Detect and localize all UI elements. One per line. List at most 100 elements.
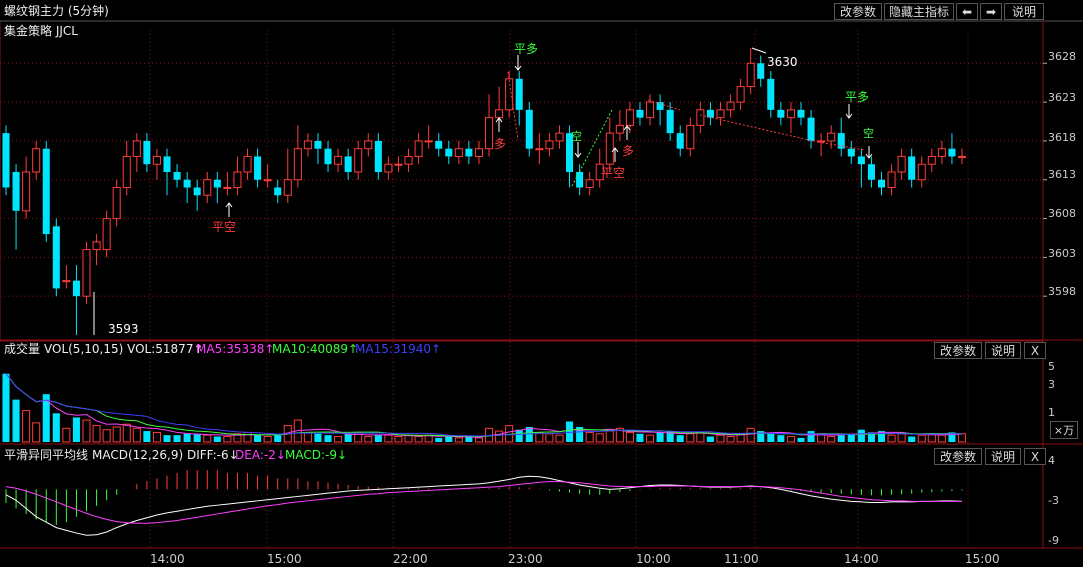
volume-bar <box>384 434 393 443</box>
volume-bar <box>374 435 382 442</box>
candle-body <box>676 133 684 149</box>
candle-body <box>454 148 463 157</box>
volume-ma10-line <box>5 373 963 438</box>
volume-change-params-button[interactable]: 改参数 <box>934 342 982 359</box>
candle-body <box>545 140 554 150</box>
signal-close-long: 平多 <box>514 42 539 56</box>
volume-bar <box>857 429 865 442</box>
candle-body <box>274 187 282 196</box>
time-tick: 15:00 <box>267 552 302 566</box>
volume-tick: 3 <box>1048 378 1055 391</box>
candle-body <box>193 187 201 196</box>
candle-body <box>636 109 644 118</box>
volume-bar <box>837 435 845 442</box>
volume-bar <box>676 435 684 442</box>
candle-body <box>213 179 221 188</box>
volume-bar <box>152 431 161 443</box>
candle-body <box>22 171 31 212</box>
volume-bar <box>263 436 272 443</box>
volume-ma10: MA10:40089↑ <box>272 342 359 356</box>
macd-tick: -9 <box>1048 534 1059 547</box>
candle-body <box>897 155 906 173</box>
candle-body <box>263 179 272 182</box>
time-tick: 23:00 <box>508 552 543 566</box>
candle-body <box>435 140 443 149</box>
signal-close-long: 平多 <box>845 90 870 104</box>
change-params-button[interactable]: 改参数 <box>834 3 882 20</box>
volume-bar <box>716 434 725 443</box>
candle-body <box>726 101 735 111</box>
price-tick: 3613 <box>1048 168 1076 181</box>
candle-body <box>957 155 967 158</box>
volume-bar <box>847 433 855 442</box>
volume-bar <box>12 399 20 442</box>
time-tick: 22:00 <box>393 552 428 566</box>
scroll-left-button[interactable]: ⬅ <box>956 3 978 20</box>
macd-dea: DEA:-2↓ <box>235 448 286 462</box>
volume-bar <box>243 431 252 443</box>
volume-bar <box>414 436 423 443</box>
volume-bar <box>344 433 352 442</box>
volume-help-button[interactable]: 说明 <box>985 342 1021 359</box>
volume-bar <box>686 433 695 443</box>
candle-body <box>716 109 725 119</box>
candle-body <box>777 109 785 118</box>
volume-ma5: MA5:35338↑ <box>196 342 275 356</box>
volume-bar <box>32 422 41 443</box>
volume-bar <box>394 436 403 443</box>
volume-bar <box>897 433 906 443</box>
macd-help-button[interactable]: 说明 <box>985 448 1021 465</box>
volume-bar <box>515 429 523 442</box>
candle-body <box>908 156 916 180</box>
candle-body <box>414 140 423 157</box>
volume-bar <box>92 425 101 443</box>
candle-body <box>746 62 755 88</box>
candle-body <box>374 140 382 172</box>
candle-body <box>535 148 544 151</box>
volume-bar <box>62 427 71 443</box>
candle-body <box>394 163 403 166</box>
candle-body <box>917 163 926 181</box>
volume-bar <box>555 434 564 443</box>
volume-unit-toggle[interactable]: ×万 <box>1050 421 1078 439</box>
candle-body <box>254 156 262 180</box>
macd-info: MACD(12,26,9) DIFF:-6↓ <box>92 448 239 462</box>
macd-change-params-button[interactable]: 改参数 <box>934 448 982 465</box>
candle-body <box>42 148 50 235</box>
candle-body <box>807 117 815 141</box>
volume-bar <box>314 433 322 442</box>
price-tick: 3623 <box>1048 91 1076 104</box>
volume-bar <box>122 423 131 443</box>
volume-bar <box>726 436 735 443</box>
hide-main-indicator-button[interactable]: 隐藏主指标 <box>884 3 954 20</box>
volume-tick: 1 <box>1048 406 1055 419</box>
candle-body <box>605 132 614 165</box>
strategy-label: 集金策略 JJCL <box>4 24 78 38</box>
candle-body <box>525 109 533 149</box>
time-tick: 14:00 <box>844 552 879 566</box>
volume-close-button[interactable]: X <box>1024 342 1046 359</box>
volume-bar <box>545 433 554 443</box>
candle-body <box>696 109 705 126</box>
candle-body <box>334 155 343 165</box>
time-tick: 10:00 <box>636 552 671 566</box>
candle-body <box>364 140 373 150</box>
scroll-right-button[interactable]: ➡ <box>980 3 1002 20</box>
volume-bar <box>303 431 312 443</box>
macd-close-button[interactable]: X <box>1024 448 1046 465</box>
candle-body <box>354 148 363 173</box>
candle-body <box>132 140 141 157</box>
signal-short: 空 <box>571 130 582 143</box>
volume-bar <box>646 434 655 443</box>
candle-body <box>576 171 584 188</box>
volume-bar <box>132 427 141 443</box>
candle-body <box>344 156 352 172</box>
volume-bar <box>364 436 373 443</box>
candle-body <box>163 156 171 172</box>
instrument-title: 螺纹钢主力 (5分钟) <box>4 4 109 18</box>
volume-bar <box>274 435 282 442</box>
help-button[interactable]: 说明 <box>1004 3 1044 20</box>
candle-body <box>72 280 80 297</box>
candle-body <box>324 148 332 165</box>
volume-bar <box>807 431 815 442</box>
